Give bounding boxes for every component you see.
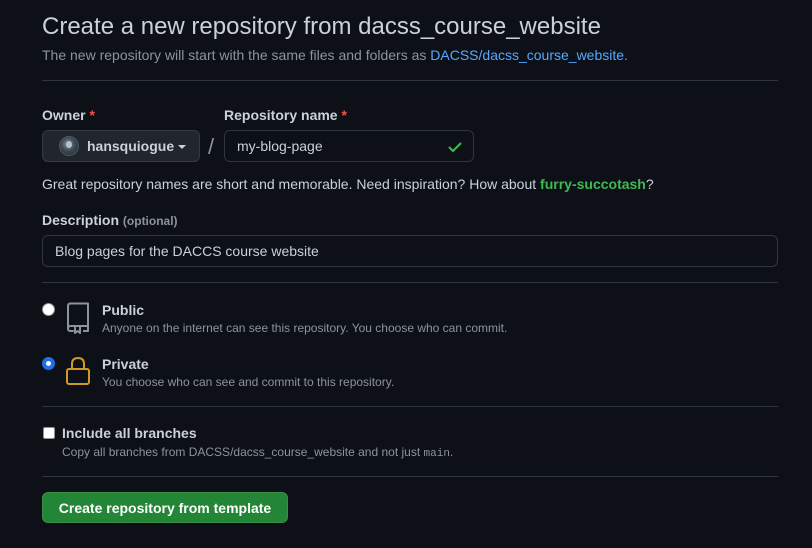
owner-repo-separator: / <box>208 134 215 159</box>
avatar <box>59 136 79 156</box>
branches-desc-suffix: . <box>449 445 454 459</box>
name-suggestion-link[interactable]: furry-succotash <box>540 176 646 192</box>
owner-select[interactable]: hansquiogue <box>42 130 200 162</box>
branches-divider <box>42 476 778 477</box>
repo-name-hint: Great repository names are short and mem… <box>42 175 654 193</box>
repo-name-label: Repository name * <box>224 106 347 124</box>
description-value: Blog pages for the DACCS course website <box>55 243 319 259</box>
repo-name-label-text: Repository name <box>224 107 338 123</box>
private-title: Private <box>102 356 149 372</box>
public-description: Anyone on the internet can see this repo… <box>102 321 508 335</box>
subtitle-prefix: The new repository will start with the s… <box>42 47 431 63</box>
public-radio[interactable] <box>42 303 55 316</box>
page-title: Create a new repository from dacss_cours… <box>42 13 601 40</box>
private-radio[interactable] <box>42 357 55 370</box>
description-label-text: Description <box>42 212 120 228</box>
include-all-branches-description: Copy all branches from DACSS/dacss_cours… <box>62 444 453 462</box>
description-optional-tag: (optional) <box>122 214 178 228</box>
include-all-branches-title: Include all branches <box>62 425 197 441</box>
branches-desc-text: Copy all branches from DACSS/dacss_cours… <box>62 445 424 459</box>
description-label: Description (optional) <box>42 211 178 230</box>
lock-icon <box>66 356 90 385</box>
visibility-divider <box>42 406 778 407</box>
page-subtitle: The new repository will start with the s… <box>42 46 628 64</box>
template-repo-link[interactable]: DACSS/dacss_course_website <box>430 47 624 63</box>
repository-name-value: my-blog-page <box>237 138 323 154</box>
description-divider <box>42 282 778 283</box>
repo-name-required-mark: * <box>341 107 347 123</box>
repo-icon <box>67 302 89 334</box>
hint-text: Great repository names are short and mem… <box>42 176 541 192</box>
header-divider <box>42 80 778 81</box>
owner-value: hansquiogue <box>87 138 175 154</box>
caret-down-icon <box>178 145 187 149</box>
branches-desc-code: main <box>423 448 450 460</box>
private-description: You choose who can see and commit to thi… <box>102 375 395 389</box>
description-input[interactable]: Blog pages for the DACCS course website <box>42 235 778 267</box>
public-title: Public <box>102 302 145 318</box>
check-icon <box>448 142 462 152</box>
owner-label-text: Owner <box>42 107 86 123</box>
subtitle-suffix: . <box>624 47 628 63</box>
owner-label: Owner * <box>42 106 95 124</box>
repository-name-input[interactable]: my-blog-page <box>224 130 474 162</box>
owner-required-mark: * <box>89 107 95 123</box>
create-repository-button[interactable]: Create repository from template <box>42 492 288 523</box>
hint-suffix: ? <box>645 176 654 192</box>
include-all-branches-checkbox[interactable] <box>43 427 55 439</box>
